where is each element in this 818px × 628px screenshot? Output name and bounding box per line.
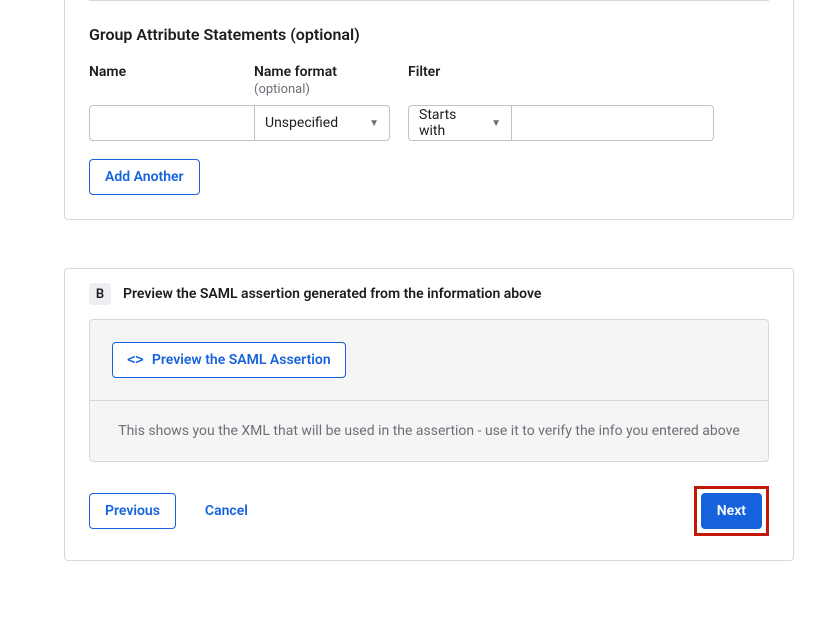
filter-type-select[interactable]: Starts with ▼: [408, 105, 511, 141]
column-headers: Name Name format (optional) Filter: [89, 64, 769, 97]
group-attribute-card: Group Attribute Statements (optional) Na…: [64, 0, 794, 220]
wizard-footer: Previous Cancel Next: [89, 486, 769, 536]
preview-btn-label: Preview the SAML Assertion: [152, 352, 331, 368]
step-header: B Preview the SAML assertion generated f…: [89, 269, 769, 319]
name-format-selected: Unspecified: [265, 115, 338, 131]
chevron-down-icon: ▼: [491, 118, 501, 129]
col-format-label: Name format: [254, 64, 390, 80]
preview-saml-button[interactable]: <> Preview the SAML Assertion: [112, 342, 346, 378]
group-section-title: Group Attribute Statements (optional): [89, 25, 769, 44]
preview-card: B Preview the SAML assertion generated f…: [64, 268, 794, 561]
code-icon: <>: [127, 352, 144, 368]
col-filter-label: Filter: [408, 64, 769, 80]
step-title: Preview the SAML assertion generated fro…: [123, 286, 541, 302]
col-format-sublabel: (optional): [254, 82, 390, 97]
previous-button[interactable]: Previous: [89, 493, 176, 529]
step-badge: B: [89, 283, 111, 305]
divider: [89, 0, 769, 1]
cancel-button[interactable]: Cancel: [190, 494, 263, 528]
name-input[interactable]: [89, 105, 254, 141]
add-another-button[interactable]: Add Another: [89, 159, 200, 195]
preview-help-text: This shows you the XML that will be used…: [90, 400, 768, 461]
filter-value-input[interactable]: [511, 105, 714, 141]
next-button[interactable]: Next: [701, 493, 762, 529]
chevron-down-icon: ▼: [369, 118, 379, 129]
attribute-row: Unspecified ▼ Starts with ▼: [89, 105, 769, 141]
filter-type-selected: Starts with: [419, 107, 483, 139]
highlight-frame: Next: [694, 486, 769, 536]
preview-box: <> Preview the SAML Assertion This shows…: [89, 319, 769, 462]
col-name-label: Name: [89, 64, 254, 80]
name-format-select[interactable]: Unspecified ▼: [254, 105, 390, 141]
